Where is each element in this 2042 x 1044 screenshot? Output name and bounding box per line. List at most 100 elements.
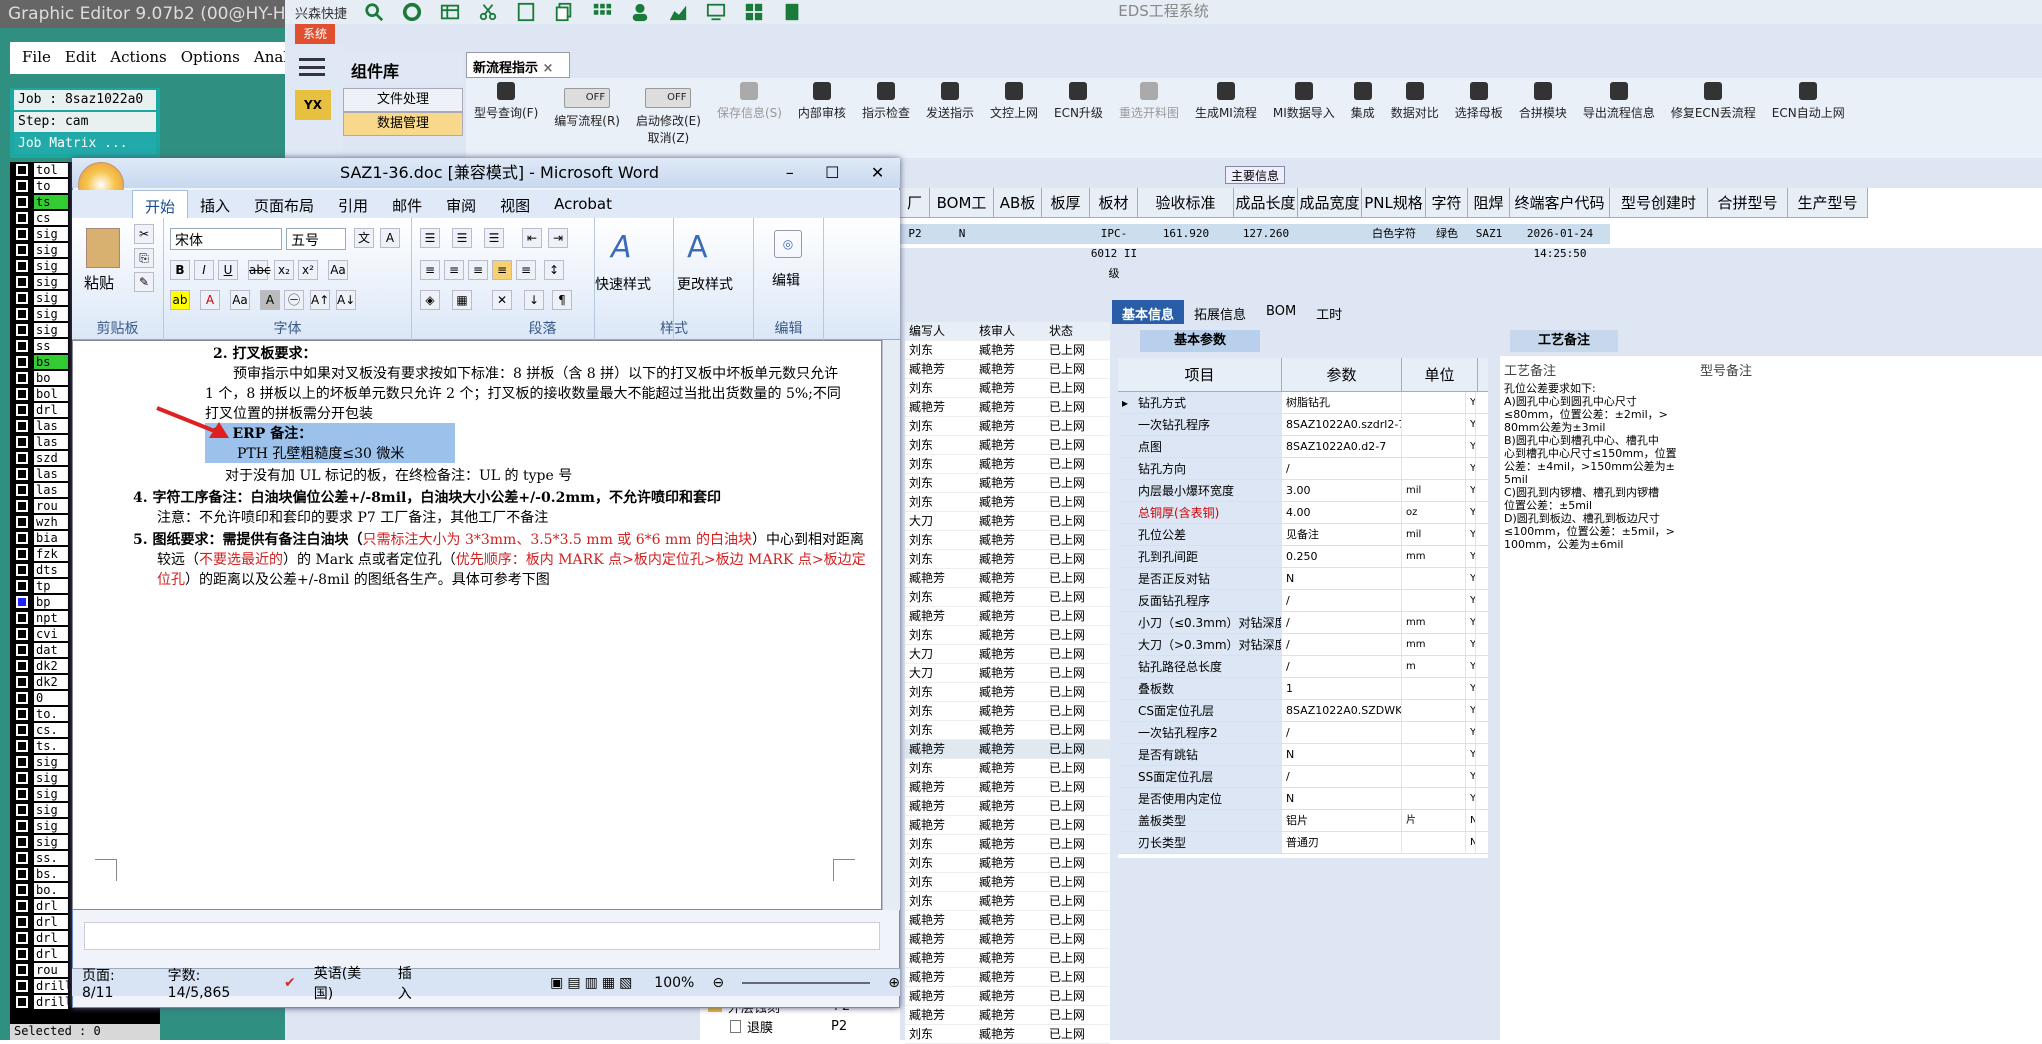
zoom-out-icon[interactable]: ⊖ bbox=[712, 975, 724, 991]
list-item[interactable]: 刘东 臧艳芳 已上网 bbox=[905, 474, 1110, 493]
grid-cell[interactable]: SAZ1 bbox=[1468, 224, 1510, 244]
layer-checkbox[interactable] bbox=[16, 324, 28, 336]
minimize-icon[interactable]: – bbox=[786, 158, 794, 188]
basic-params-tab[interactable]: 基本参数 bbox=[1140, 330, 1260, 352]
windows-icon[interactable] bbox=[743, 2, 765, 22]
grid-cell[interactable]: 127.260 bbox=[1234, 224, 1298, 244]
clear-format-icon[interactable]: Aa bbox=[328, 260, 348, 280]
layer-checkbox[interactable] bbox=[16, 372, 28, 384]
superscript-icon[interactable]: x² bbox=[298, 260, 318, 280]
ge-menu-file[interactable]: File bbox=[22, 48, 51, 68]
list-item[interactable]: 刘东 臧艳芳 已上网 bbox=[905, 759, 1110, 778]
grid-header[interactable]: 生产型号 bbox=[1788, 188, 1868, 218]
copy-icon[interactable]: ⎘ bbox=[134, 248, 154, 268]
ribbon-button-1[interactable]: OFF 编写流程(R) bbox=[546, 78, 628, 158]
ge-job-matrix-button[interactable]: Job Matrix ... bbox=[14, 134, 156, 154]
grid-header[interactable]: 字符 bbox=[1426, 188, 1468, 218]
ribbon-button-5[interactable]: 指示检查 bbox=[854, 78, 918, 158]
tab-bom[interactable]: BOM bbox=[1256, 300, 1306, 324]
ribbon-button-18[interactable]: ECN自动上网 bbox=[1764, 78, 1853, 158]
layer-checkbox[interactable] bbox=[16, 244, 28, 256]
maximize-icon[interactable]: ☐ bbox=[825, 158, 839, 188]
book-icon[interactable] bbox=[781, 2, 803, 22]
grid-header[interactable]: 型号创建时 bbox=[1610, 188, 1708, 218]
italic-icon[interactable]: I bbox=[194, 260, 214, 280]
quick-style-button[interactable]: 快速样式 bbox=[595, 274, 651, 294]
grid-cell[interactable]: N bbox=[930, 224, 994, 244]
yx-app-icon[interactable]: YX bbox=[295, 90, 331, 120]
list-item[interactable]: 刘东 臧艳芳 已上网 bbox=[905, 588, 1110, 607]
layer-checkbox[interactable] bbox=[16, 180, 28, 192]
table-row[interactable]: ▸ 钻孔方式 树脂钻孔 Y bbox=[1118, 392, 1488, 414]
list-item[interactable]: 刘东 臧艳芳 已上网 bbox=[905, 379, 1110, 398]
list-header-cell[interactable]: 状态 bbox=[1045, 322, 1105, 340]
layer-checkbox[interactable] bbox=[16, 644, 28, 656]
user-icon[interactable] bbox=[629, 2, 651, 22]
layer-checkbox[interactable] bbox=[16, 724, 28, 736]
layer-checkbox[interactable] bbox=[16, 212, 28, 224]
ribbon-button-8[interactable]: ECN升级 bbox=[1046, 78, 1111, 158]
grid-cell[interactable] bbox=[994, 224, 1042, 244]
table-header-cell[interactable]: 项目 bbox=[1118, 358, 1282, 391]
zoom-in-icon[interactable]: ⊕ bbox=[888, 975, 900, 991]
ge-menu-actions[interactable]: Actions bbox=[110, 48, 166, 68]
list-item[interactable]: 大刀 臧艳芳 已上网 bbox=[905, 512, 1110, 531]
quick-style-icon[interactable]: A bbox=[611, 230, 632, 265]
list-item[interactable]: 刘东 臧艳芳 已上网 bbox=[905, 683, 1110, 702]
font-color-icon[interactable]: A bbox=[200, 290, 220, 310]
layer-checkbox[interactable] bbox=[16, 420, 28, 432]
list-item[interactable]: 臧艳芳 臧艳芳 已上网 bbox=[905, 607, 1110, 626]
table-row[interactable]: CS面定位孔层8SAZ1022A0.SZDWK2-7 Y bbox=[1118, 700, 1488, 722]
tab-review[interactable]: 审阅 bbox=[434, 190, 488, 218]
table-row[interactable]: 一次钻孔程序 8SAZ1022A0.szdrl2-7 Y bbox=[1118, 414, 1488, 436]
list-item[interactable]: 刘东 臧艳芳 已上网 bbox=[905, 550, 1110, 569]
grid-header[interactable]: BOM工厂 bbox=[930, 188, 994, 242]
film-icon[interactable] bbox=[515, 2, 537, 22]
list-item[interactable]: 臧艳芳 臧艳芳 已上网 bbox=[905, 360, 1110, 379]
align-center-icon[interactable]: ≡ bbox=[444, 260, 464, 280]
edit-button[interactable]: 编辑 bbox=[772, 270, 800, 290]
tab-page-layout[interactable]: 页面布局 bbox=[242, 190, 326, 218]
layer-checkbox[interactable] bbox=[16, 900, 28, 912]
layer-checkbox[interactable] bbox=[16, 276, 28, 288]
layer-checkbox[interactable] bbox=[16, 612, 28, 624]
table-row[interactable]: 是否有跳钻 N Y bbox=[1118, 744, 1488, 766]
table-row[interactable]: 孔到孔间距 0.250 mm Y bbox=[1118, 546, 1488, 568]
system-button[interactable]: 系统 bbox=[295, 24, 335, 44]
decrease-indent-icon[interactable]: ⇤ bbox=[522, 228, 542, 248]
grid-cell[interactable]: 2026-01-24 14:25:50 bbox=[1510, 224, 1610, 260]
ribbon-button-2[interactable]: OFF 启动修改(E) 取消(Z) bbox=[628, 78, 709, 158]
sort-icon[interactable]: ↓ bbox=[524, 290, 544, 310]
list-item[interactable]: 刘东 臧艳芳 已上网 bbox=[905, 531, 1110, 550]
zoom-level[interactable]: 100% bbox=[654, 975, 694, 991]
layer-checkbox[interactable] bbox=[16, 932, 28, 944]
ribbon-button-3[interactable]: 保存信息(S) bbox=[709, 78, 790, 158]
grid-header[interactable]: PNL规格 bbox=[1362, 188, 1426, 218]
underline-icon[interactable]: U bbox=[218, 260, 238, 280]
menu-icon[interactable] bbox=[299, 58, 325, 76]
grid-cell[interactable]: 161.920 bbox=[1138, 224, 1234, 244]
layer-checkbox[interactable] bbox=[16, 500, 28, 512]
word-count[interactable]: 字数: 14/5,865 bbox=[168, 965, 266, 1001]
toggle-switch[interactable]: OFF bbox=[564, 88, 611, 108]
layer-checkbox[interactable] bbox=[16, 452, 28, 464]
craft-notes-tab[interactable]: 工艺备注 bbox=[1510, 330, 1618, 352]
list-item[interactable]: 臧艳芳 臧艳芳 已上网 bbox=[905, 569, 1110, 588]
layer-checkbox[interactable] bbox=[16, 836, 28, 848]
bullets-icon[interactable]: ☰ bbox=[420, 228, 440, 248]
borders-icon[interactable]: ▦ bbox=[452, 290, 472, 310]
craft-notes-text[interactable]: 孔位公差要求如下: A)圆孔中心到圆孔中心尺寸 ≤80mm，位置公差：±2mil… bbox=[1504, 382, 1694, 582]
list-item[interactable]: 刘东 臧艳芳 已上网 bbox=[905, 436, 1110, 455]
zoom-slider[interactable] bbox=[742, 981, 871, 984]
layer-checkbox[interactable] bbox=[16, 788, 28, 800]
distributed-icon[interactable]: ≡ bbox=[516, 260, 536, 280]
tab-references[interactable]: 引用 bbox=[326, 190, 380, 218]
ribbon-button-11[interactable]: MI数据导入 bbox=[1265, 78, 1343, 158]
layer-checkbox[interactable] bbox=[16, 340, 28, 352]
grid-header[interactable]: 阻焊 bbox=[1468, 188, 1510, 218]
ribbon-button-9[interactable]: 重选开料图 bbox=[1111, 78, 1187, 158]
grid-cell[interactable]: 绿色 bbox=[1426, 224, 1468, 244]
ribbon-button-17[interactable]: 修复ECN丢流程 bbox=[1663, 78, 1764, 158]
file-processing-button[interactable]: 文件处理 bbox=[343, 88, 463, 112]
tab-new-flow[interactable]: 新流程指示 × bbox=[466, 52, 570, 78]
